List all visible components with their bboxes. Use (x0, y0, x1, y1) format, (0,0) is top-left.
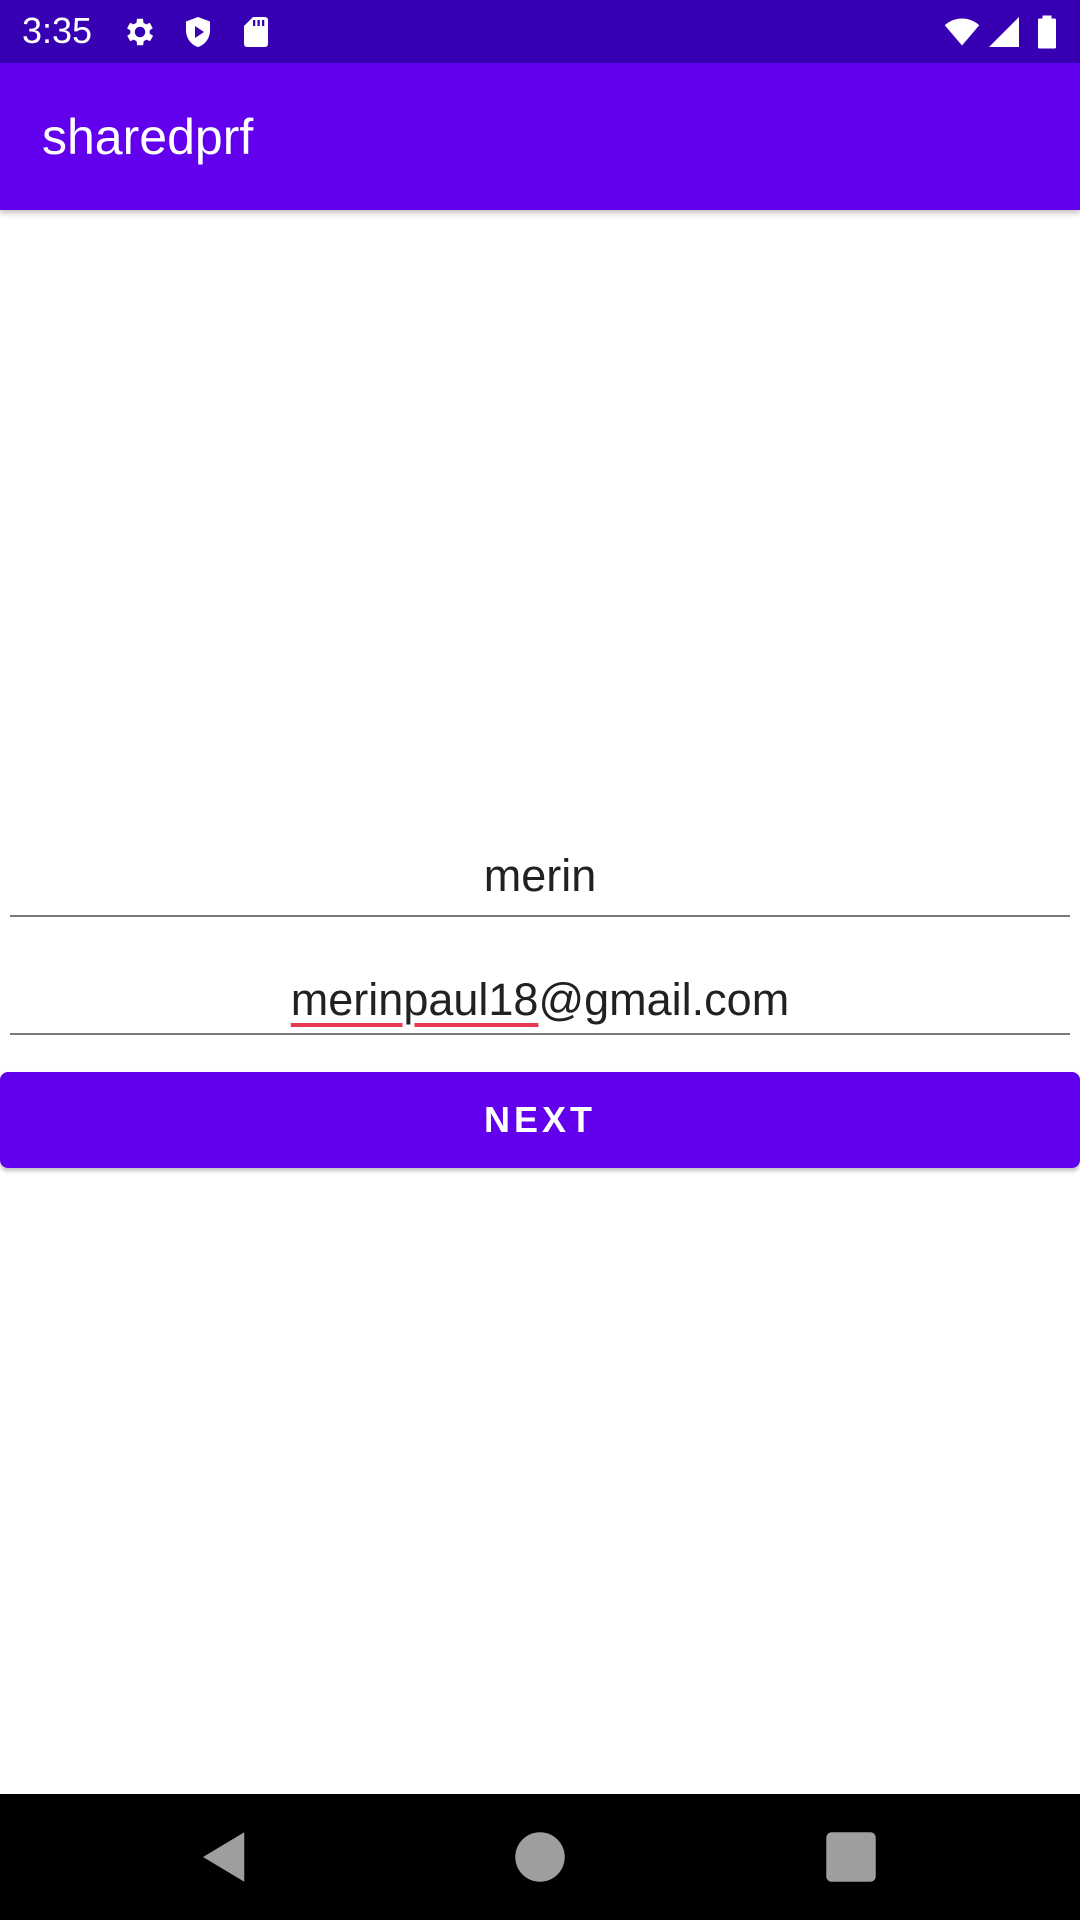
next-button[interactable]: NEXT (0, 1072, 1080, 1168)
name-input[interactable] (10, 837, 1070, 917)
email-misspelled-text: merinpaul18 (290, 974, 539, 1025)
app-bar: sharedprf (0, 63, 1080, 210)
battery-icon (1032, 14, 1062, 50)
signal-icon (986, 14, 1022, 50)
wifi-icon (944, 14, 980, 50)
app-title: sharedprf (42, 109, 254, 165)
email-domain-text: @gmail.com (538, 974, 790, 1025)
sd-card-icon (238, 14, 274, 50)
status-bar: 3:35 (0, 0, 1080, 63)
navigation-bar (0, 1794, 1080, 1920)
shield-play-icon (180, 14, 216, 50)
email-input[interactable]: merinpaul18@gmail.com (10, 955, 1070, 1035)
back-icon[interactable] (192, 1824, 258, 1890)
recents-icon[interactable] (818, 1824, 884, 1890)
gear-icon (122, 14, 158, 50)
home-icon[interactable] (507, 1824, 573, 1890)
status-time: 3:35 (22, 10, 93, 51)
